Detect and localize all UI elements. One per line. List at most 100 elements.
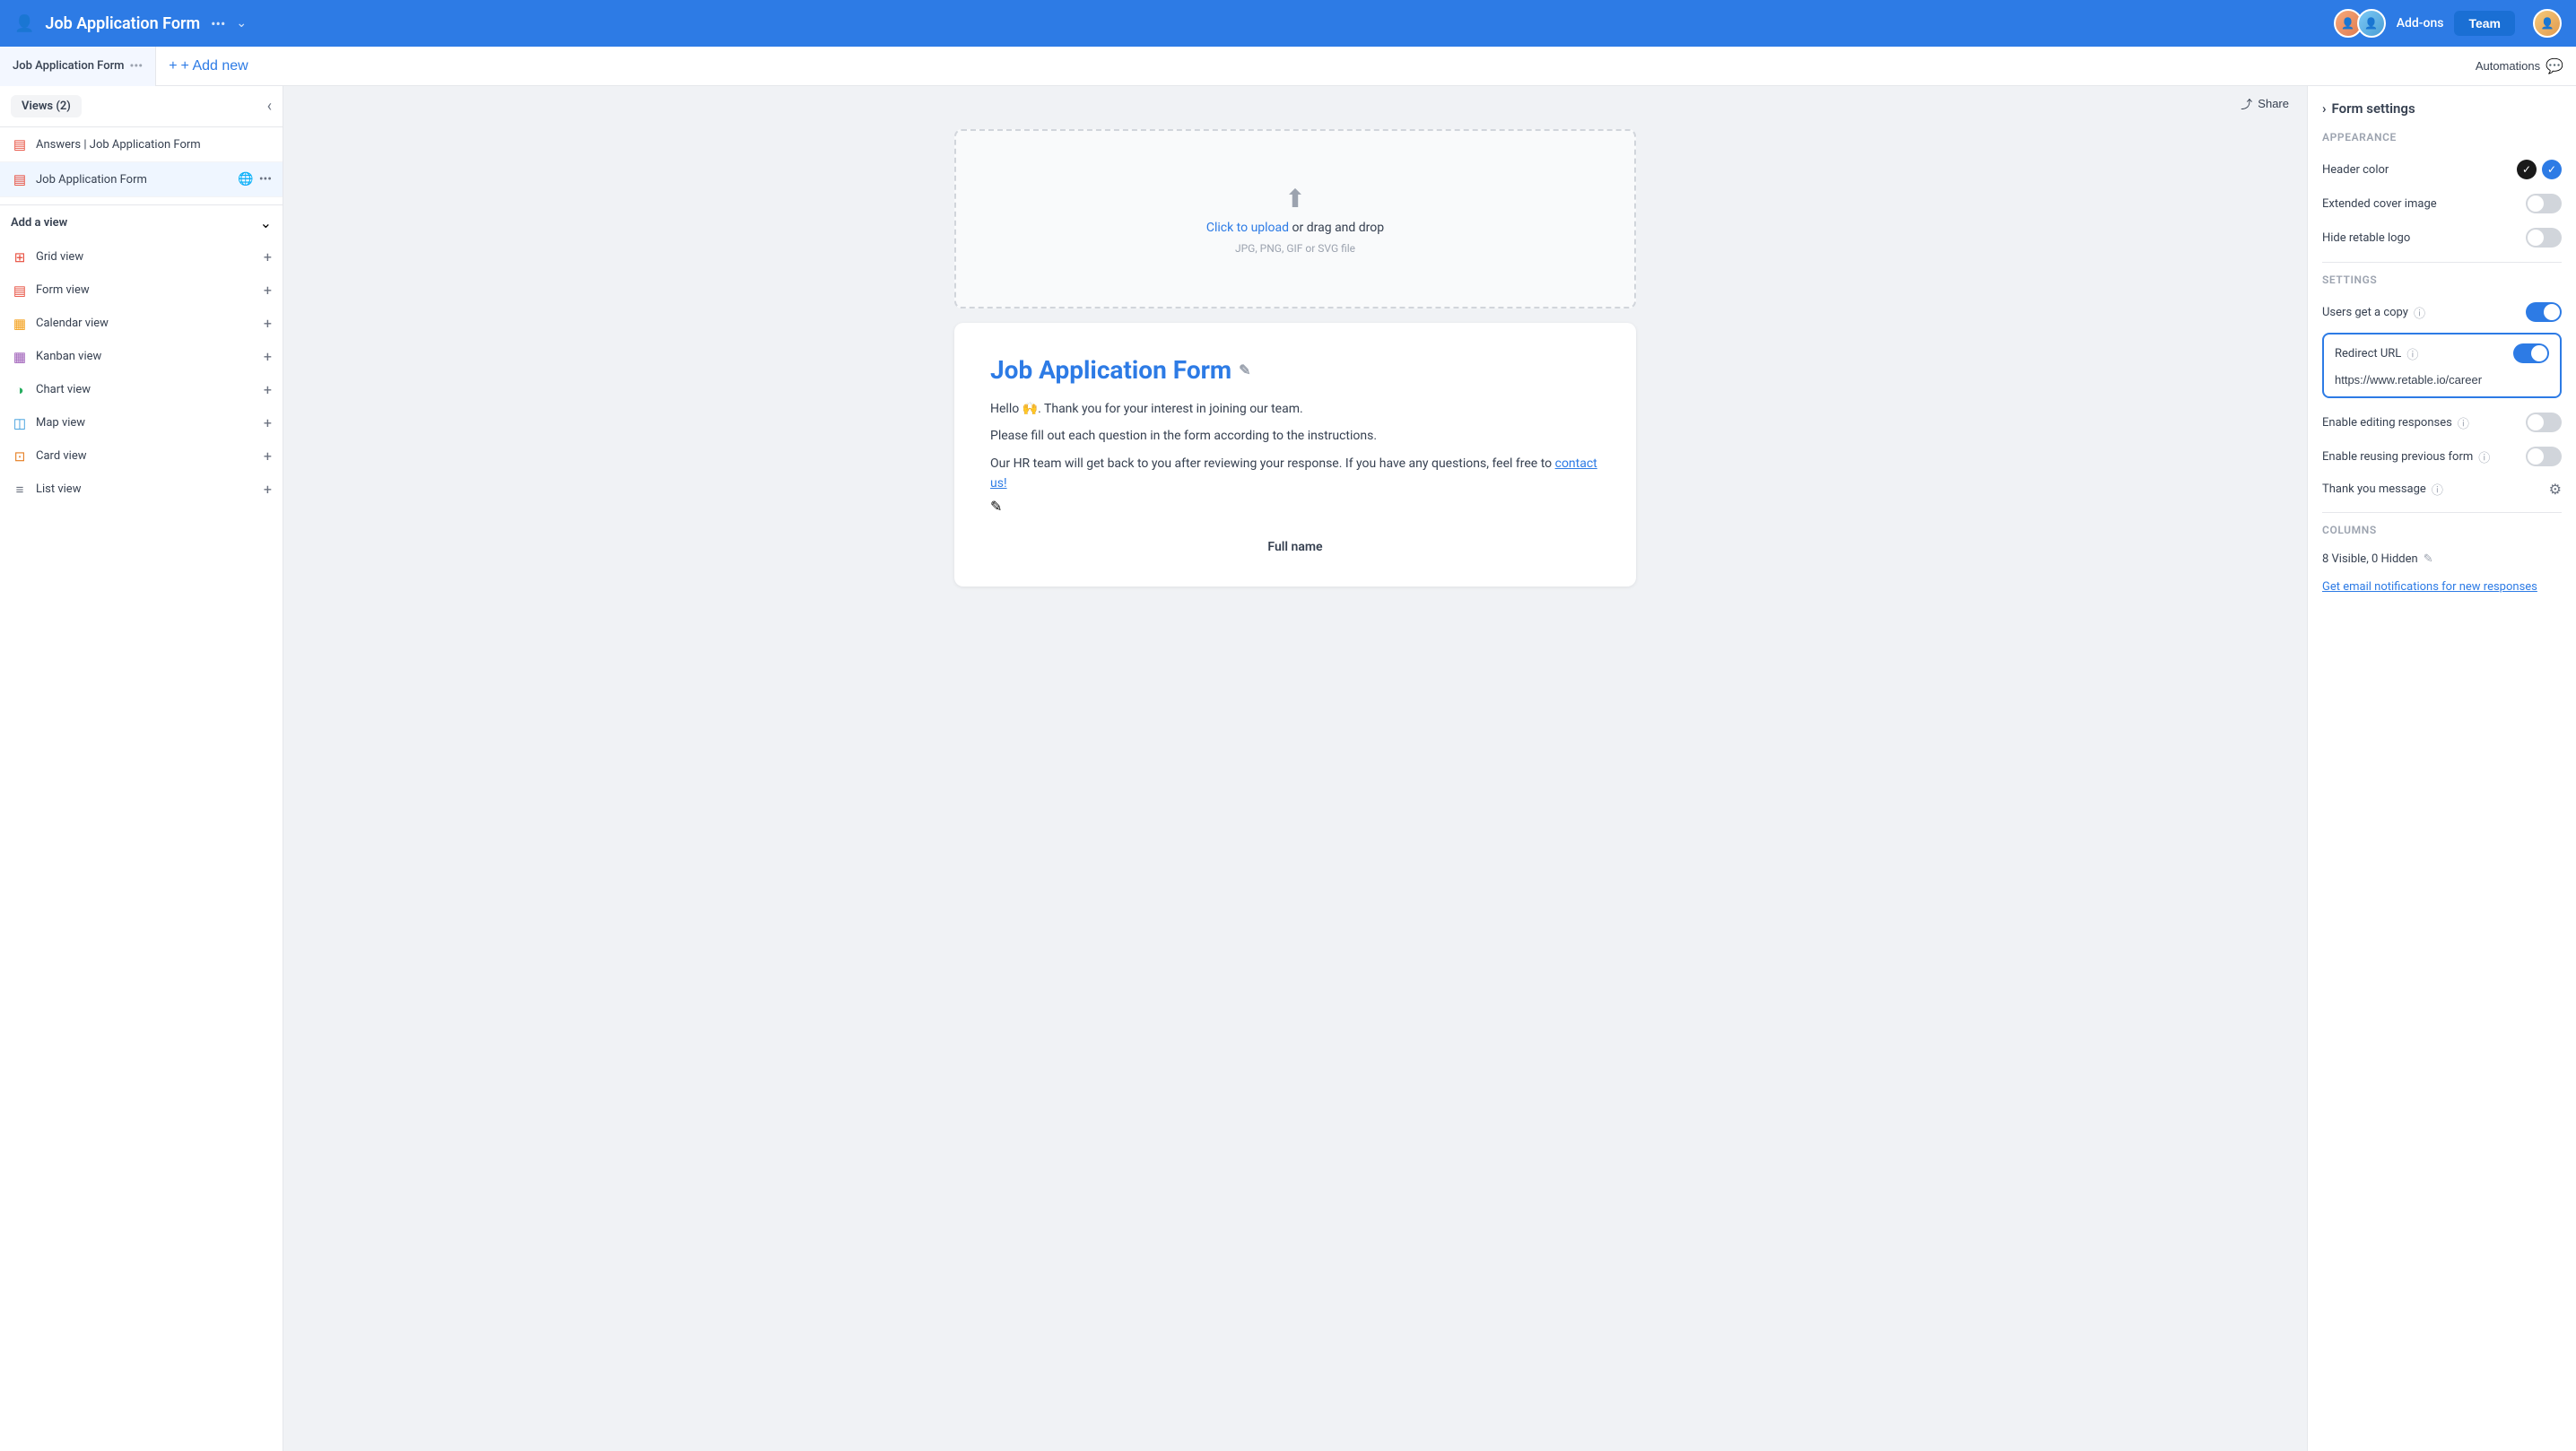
form-globe-icon[interactable]: 🌐 [238,172,253,187]
add-kanban-view[interactable]: ▦ Kanban view + [0,340,283,373]
kanban-view-add-icon[interactable]: + [264,348,272,365]
thankyou-label: Thank you message [2322,482,2426,496]
thankyou-label-row: Thank you message ⓘ [2322,481,2443,498]
form-view-add-icon[interactable]: + [264,282,272,299]
redirect-url-toggle[interactable] [2513,343,2549,363]
upload-click-link[interactable]: Click to upload [1206,221,1289,235]
header-color-row: Header color [2322,152,2562,187]
editing-responses-toggle[interactable] [2526,413,2562,432]
answers-view-label: Answers | Job Application Form [36,138,231,152]
grid-view-add-icon[interactable]: + [264,248,272,265]
form-settings-label: Form settings [2332,100,2415,117]
upload-text: Click to upload or drag and drop [1206,221,1384,235]
add-grid-view[interactable]: ⊞ Grid view + [0,240,283,274]
upload-drag-text: or drag and drop [1292,221,1385,235]
calendar-view-label: Calendar view [36,317,257,330]
share-button[interactable]: ⤴ Share [2241,95,2289,112]
kanban-view-label: Kanban view [36,350,257,363]
chart-view-icon: ◑ [11,382,29,398]
add-form-view[interactable]: ▤ Form view + [0,274,283,307]
reusing-form-toggle[interactable] [2526,447,2562,466]
add-view-section: Add a view ⌄ ⊞ Grid view + ▤ Form view +… [0,204,283,506]
view-item-form[interactable]: ▤ Job Application Form 🌐 ••• [0,162,283,197]
add-new-icon: + [169,58,177,74]
hide-logo-toggle[interactable] [2526,228,2562,248]
top-bar-more-icon[interactable]: ••• [211,15,225,32]
reusing-form-label-row: Enable reusing previous form ⓘ [2322,448,2490,465]
divider-1 [2322,262,2562,263]
color-black[interactable] [2517,160,2537,179]
extended-cover-toggle[interactable] [2526,194,2562,213]
add-chart-view[interactable]: ◑ Chart view + [0,373,283,406]
form-title-edit-icon[interactable]: ✎ [1239,361,1250,378]
automations-button[interactable]: Automations 💬 [2463,47,2576,86]
form-title-row: Job Application Form ✎ [990,355,1600,385]
upload-icon: ⬆ [1284,184,1305,213]
add-card-view[interactable]: ⊡ Card view + [0,439,283,473]
reusing-form-info-icon[interactable]: ⓘ [2478,448,2490,465]
upload-area[interactable]: ⬆ Click to upload or drag and drop JPG, … [954,129,1636,308]
description-edit-icon[interactable]: ✎ [990,498,1002,515]
add-new-button[interactable]: + + Add new [156,47,261,86]
user-avatar[interactable]: 👤 [2533,9,2562,38]
header-color-options [2517,160,2562,179]
answers-view-icon: ▤ [11,136,29,152]
add-list-view[interactable]: ≡ List view + [0,473,283,506]
sidebar: Views (2) ‹ ▤ Answers | Job Application … [0,86,283,1451]
email-notifications-link[interactable]: Get email notifications for new response… [2322,573,2562,597]
redirect-url-input[interactable] [2335,373,2549,387]
chart-view-add-icon[interactable]: + [264,381,272,398]
editing-responses-info-icon[interactable]: ⓘ [2458,414,2469,431]
form-desc-3: Our HR team will get back to you after r… [990,454,1600,494]
tab-label: Job Application Form [13,59,125,73]
editing-responses-label-row: Enable editing responses ⓘ [2322,414,2469,431]
users-copy-info-icon[interactable]: ⓘ [2414,304,2425,321]
top-bar: 👤 Job Application Form ••• ⌄ 👤 👤 Add-ons… [0,0,2576,47]
redirect-url-row: Redirect URL ⓘ [2335,343,2549,363]
form-settings-title[interactable]: › Form settings [2322,100,2562,117]
form-more-dots-icon[interactable]: ••• [259,172,272,187]
right-panel: › Form settings Appearance Header color … [2307,86,2576,1451]
form-view-label: Job Application Form [36,173,231,187]
collapse-sidebar-button[interactable]: ‹ [267,97,272,116]
users-copy-row: Users get a copy ⓘ [2322,295,2562,329]
kanban-view-icon: ▦ [11,349,29,365]
users-copy-toggle[interactable] [2526,302,2562,322]
color-blue[interactable] [2542,160,2562,179]
globe-icon[interactable]: 🌐 [238,137,253,152]
add-view-header[interactable]: Add a view ⌄ [0,205,283,240]
tab-more-icon[interactable]: ••• [130,59,144,74]
app-title: Job Application Form [45,14,200,33]
calendar-view-icon: ▦ [11,316,29,332]
content-area: ⤴ Share ⬆ Click to upload or drag and dr… [283,86,2307,1451]
more-dots-icon[interactable]: ••• [259,137,272,152]
map-view-label: Map view [36,416,257,430]
app-icon: 👤 [14,14,34,33]
form-desc-2: Please fill out each question in the for… [990,426,1600,446]
thankyou-gear-icon[interactable]: ⚙ [2549,481,2562,498]
active-tab[interactable]: Job Application Form ••• [0,47,156,86]
add-calendar-view[interactable]: ▦ Calendar view + [0,307,283,340]
main-layout: Views (2) ‹ ▤ Answers | Job Application … [0,86,2576,1451]
chart-view-label: Chart view [36,383,257,396]
top-bar-chevron-icon[interactable]: ⌄ [236,16,247,30]
team-button[interactable]: Team [2454,11,2515,36]
views-badge[interactable]: Views (2) [11,95,82,117]
card-view-label: Card view [36,449,257,463]
hide-logo-row: Hide retable logo [2322,221,2562,255]
map-view-add-icon[interactable]: + [264,414,272,431]
thankyou-info-icon[interactable]: ⓘ [2432,481,2443,498]
form-view-icon: ▤ [11,171,29,187]
avatar-2: 👤 [2357,9,2386,38]
addons-button[interactable]: Add-ons [2397,16,2444,30]
list-view-add-icon[interactable]: + [264,481,272,498]
redirect-url-info-icon[interactable]: ⓘ [2406,345,2418,362]
view-item-answers[interactable]: ▤ Answers | Job Application Form 🌐 ••• [0,127,283,162]
reusing-form-label: Enable reusing previous form [2322,450,2473,464]
list-view-label: List view [36,482,257,496]
card-view-add-icon[interactable]: + [264,447,272,465]
thankyou-message-row: Thank you message ⓘ ⚙ [2322,474,2562,505]
columns-edit-icon[interactable]: ✎ [2424,552,2433,566]
add-map-view[interactable]: ◫ Map view + [0,406,283,439]
calendar-view-add-icon[interactable]: + [264,315,272,332]
